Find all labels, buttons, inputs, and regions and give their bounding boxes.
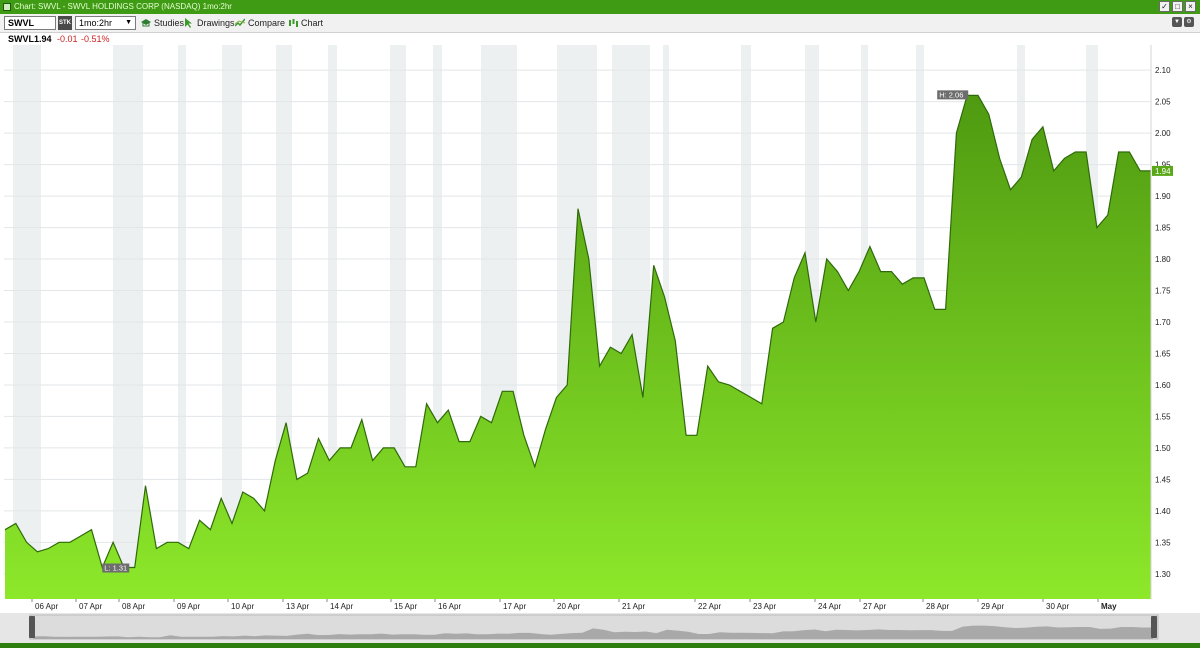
y-tick-label: 1.90	[1155, 192, 1171, 201]
x-tick-label: 22 Apr	[698, 602, 721, 611]
close-button[interactable]: ×	[1185, 1, 1196, 12]
x-tick-label: 07 Apr	[79, 602, 102, 611]
chevron-down-icon: ▼	[125, 19, 132, 26]
y-tick-label: 1.75	[1155, 287, 1171, 296]
cursor-arrow-icon	[185, 18, 192, 28]
navigator[interactable]	[0, 613, 1200, 643]
x-tick-label: 23 Apr	[753, 602, 776, 611]
y-tick-label: 1.55	[1155, 412, 1171, 421]
drawings-button[interactable]: Drawings	[184, 16, 235, 30]
x-tick-label: 13 Apr	[286, 602, 309, 611]
y-tick-label: 1.40	[1155, 507, 1171, 516]
quote-price: 1.94	[34, 34, 52, 44]
chart-toolbar: STK 1mo:2hr ▼ Studies Drawings Compare C…	[0, 14, 1200, 33]
navigator-bar[interactable]	[0, 613, 1200, 643]
candlestick-icon	[289, 19, 298, 27]
last-price-label: 1.94	[1155, 167, 1171, 176]
title-bar: Chart: SWVL - SWVL HOLDINGS CORP (NASDAQ…	[0, 0, 1200, 14]
x-tick-label: 10 Apr	[231, 602, 254, 611]
y-tick-label: 1.35	[1155, 538, 1171, 547]
x-tick-label: 30 Apr	[1046, 602, 1069, 611]
studies-button[interactable]: Studies	[141, 16, 184, 30]
x-tick-label: 20 Apr	[557, 602, 580, 611]
navigator-left-handle[interactable]	[29, 616, 35, 638]
window-title: Chart: SWVL - SWVL HOLDINGS CORP (NASDAQ…	[14, 2, 232, 11]
settings-icon[interactable]: ⚙	[1184, 17, 1194, 27]
time-axis-labels: 06 Apr 07 Apr 08 Apr 09 Apr 10 Apr 13 Apr 14 A…	[31, 599, 1117, 611]
compare-icon	[235, 18, 245, 27]
y-tick-label: 1.45	[1155, 475, 1171, 484]
y-tick-label: 1.60	[1155, 381, 1171, 390]
compare-button[interactable]: Compare	[235, 16, 285, 30]
quote-change-pct: -0.51%	[81, 34, 110, 44]
y-tick-label: 2.05	[1155, 98, 1171, 107]
x-tick-label: 28 Apr	[926, 602, 949, 611]
x-tick-label: 21 Apr	[622, 602, 645, 611]
x-tick-label: 24 Apr	[818, 602, 841, 611]
x-tick-label: 27 Apr	[863, 602, 886, 611]
x-tick-label: May	[1101, 602, 1117, 611]
quote-change: -0.01	[57, 34, 78, 44]
x-tick-label: 09 Apr	[177, 602, 200, 611]
security-type-badge[interactable]: STK	[58, 16, 72, 30]
quote-symbol: SWVL	[8, 34, 34, 44]
high-label: H: 2.06	[939, 90, 963, 99]
dropdown-menu-icon[interactable]: ▼	[1172, 17, 1182, 27]
low-label: L: 1.31	[104, 564, 127, 573]
time-axis: 06 Apr 07 Apr 08 Apr 09 Apr 10 Apr 13 Apr 14 A…	[0, 599, 1200, 613]
y-tick-label: 1.30	[1155, 570, 1171, 579]
checkmark-button[interactable]: ✓	[1159, 1, 1170, 12]
navigator-right-handle[interactable]	[1151, 616, 1157, 638]
symbol-input[interactable]	[4, 16, 56, 30]
period-value: 1mo:2hr	[79, 18, 113, 28]
x-tick-label: 14 Apr	[330, 602, 353, 611]
y-tick-label: 1.50	[1155, 444, 1171, 453]
quote-line: SWVL 1.94 -0.01 -0.51%	[0, 33, 1200, 45]
x-tick-label: 08 Apr	[122, 602, 145, 611]
y-tick-label: 1.70	[1155, 318, 1171, 327]
y-tick-label: 2.00	[1155, 129, 1171, 138]
price-chart[interactable]: 2.10 2.05 2.00 1.95 1.90 1.85 1.80 1.75 1.70 1.65…	[0, 45, 1200, 600]
period-select[interactable]: 1mo:2hr ▼	[75, 16, 136, 30]
maximize-button[interactable]: □	[1172, 1, 1183, 12]
x-tick-label: 16 Apr	[438, 602, 461, 611]
chart-window: Chart: SWVL - SWVL HOLDINGS CORP (NASDAQ…	[0, 0, 1200, 643]
chart-button[interactable]: Chart	[288, 16, 323, 30]
x-tick-label: 29 Apr	[981, 602, 1004, 611]
x-tick-label: 17 Apr	[503, 602, 526, 611]
y-tick-label: 1.65	[1155, 349, 1171, 358]
x-tick-label: 15 Apr	[394, 602, 417, 611]
y-tick-label: 1.80	[1155, 255, 1171, 264]
y-tick-label: 2.10	[1155, 66, 1171, 75]
y-tick-label: 1.85	[1155, 224, 1171, 233]
x-tick-label: 06 Apr	[35, 602, 58, 611]
app-icon	[3, 3, 11, 11]
chart-plot[interactable]: 2.102.052.001.951.901.851.801.751.701.65…	[0, 45, 1200, 600]
studies-icon	[141, 19, 151, 27]
